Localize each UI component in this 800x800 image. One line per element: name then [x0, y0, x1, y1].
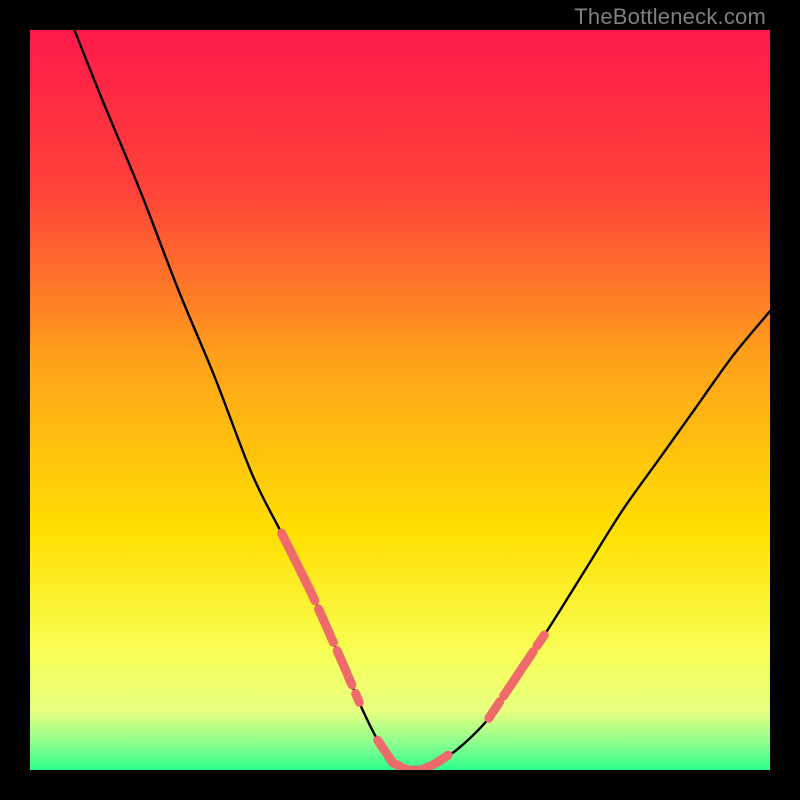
curve-layer — [30, 30, 770, 770]
dash-segment — [504, 652, 534, 696]
dash-segment — [356, 694, 360, 703]
dash-segment — [537, 635, 544, 646]
dash-segment — [489, 702, 500, 719]
chart-root: TheBottleneck.com — [0, 0, 800, 800]
dash-segment — [378, 740, 400, 766]
dash-segment — [404, 766, 430, 770]
dash-segment — [282, 533, 315, 601]
plot-area — [30, 30, 770, 770]
dash-segment — [319, 609, 334, 642]
dash-segment — [337, 651, 352, 685]
highlight-dashes — [282, 533, 545, 770]
bottleneck-curve — [74, 30, 770, 770]
watermark-text: TheBottleneck.com — [574, 4, 766, 30]
dash-segment — [433, 755, 448, 764]
